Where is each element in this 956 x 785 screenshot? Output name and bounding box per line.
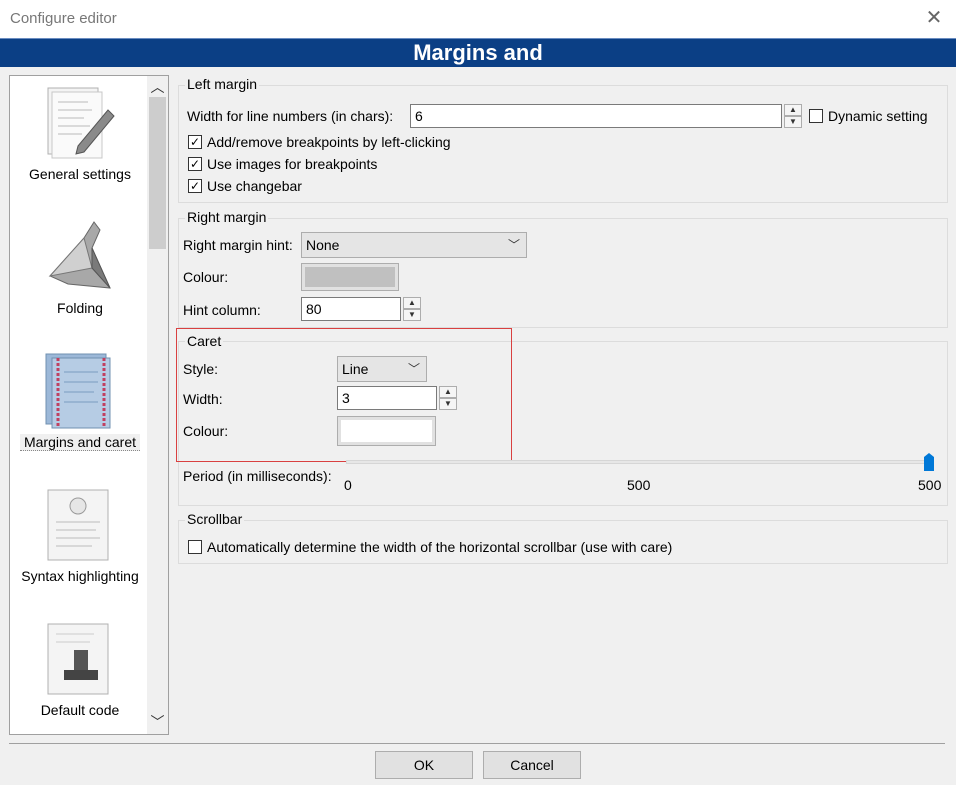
period-min-label: 0 [344,477,352,493]
caret-style-label: Style: [183,361,219,377]
chevron-down-icon[interactable]: ▼ [403,309,421,321]
banner-title: Margins and [413,40,543,65]
caret-style-select[interactable]: Line ﹀ [337,356,427,382]
right-margin-hint-select[interactable]: None ﹀ [301,232,527,258]
caret-title: Caret [185,333,224,349]
chevron-down-icon: ﹀ [407,362,420,376]
scrollbar-thumb[interactable] [149,97,166,249]
colour-swatch [341,420,432,442]
right-margin-hint-value: None [306,237,340,253]
period-max-label: 500 [918,477,942,493]
caret-width-input[interactable]: 3 [337,386,437,410]
left-margin-title: Left margin [185,76,260,92]
right-margin-hint-label: Right margin hint: [183,237,293,253]
right-margin-title: Right margin [185,209,269,225]
lightbulb-document-icon [44,486,116,566]
colour-swatch [305,267,395,287]
period-slider-thumb[interactable] [924,453,934,471]
chevron-up-icon[interactable]: ▲ [439,386,457,398]
line-number-width-stepper[interactable]: ▲ ▼ [784,104,802,128]
dynamic-setting-checkbox[interactable] [809,109,823,123]
chevron-down-icon: ﹀ [507,238,520,252]
dynamic-setting-label: Dynamic setting [828,108,928,124]
cancel-button[interactable]: Cancel [483,751,581,779]
category-label: Syntax highlighting [21,568,139,584]
changebar-checkbox[interactable]: ✓ [188,179,202,193]
period-mid-label: 500 [627,477,651,493]
hint-column-label: Hint column: [183,302,261,318]
category-label: Default code [40,702,120,718]
page-banner: Margins and [0,38,956,67]
line-number-width-label: Width for line numbers (in chars): [187,108,394,124]
close-icon[interactable]: ✕ [924,8,944,28]
stamp-document-icon [44,620,116,700]
hint-column-input[interactable]: 80 [301,297,401,321]
breakpoint-images-checkbox[interactable]: ✓ [188,157,202,171]
chevron-down-icon[interactable]: ﹀ [147,712,168,732]
caret-width-stepper[interactable]: ▲ ▼ [439,386,457,410]
category-item-default-code[interactable]: Default code [14,614,146,734]
footer-divider [9,743,945,744]
chevron-up-icon[interactable]: ▲ [403,297,421,309]
hint-column-stepper[interactable]: ▲ ▼ [403,297,421,321]
caret-colour-button[interactable] [337,416,436,446]
window-title: Configure editor [10,10,117,27]
category-label: Margins and caret [20,434,140,451]
scrollbar-title: Scrollbar [185,511,245,527]
changebar-label: Use changebar [207,178,302,194]
chevron-up-icon[interactable]: ︿ [147,77,168,97]
margins-document-icon [44,352,116,432]
caret-width-label: Width: [183,391,223,407]
category-item-general-settings[interactable]: General settings [14,78,146,208]
caret-style-value: Line [342,361,369,377]
chevron-down-icon[interactable]: ▼ [439,398,457,410]
right-margin-colour-button[interactable] [301,263,399,291]
right-margin-group [178,218,948,328]
chevron-down-icon[interactable]: ▼ [784,116,802,128]
category-item-folding[interactable]: Folding [14,212,146,342]
caret-colour-label: Colour: [183,423,229,439]
category-label: General settings [29,166,131,182]
category-item-syntax-highlighting[interactable]: Syntax highlighting [14,480,146,610]
origami-bird-icon [44,218,116,298]
pencil-document-icon [44,84,116,164]
breakpoints-click-label: Add/remove breakpoints by left-clicking [207,134,451,150]
auto-scrollbar-width-label: Automatically determine the width of the… [207,539,673,555]
period-label: Period (in milliseconds): [183,468,332,484]
chevron-up-icon[interactable]: ▲ [784,104,802,116]
breakpoints-click-checkbox[interactable]: ✓ [188,135,202,149]
auto-scrollbar-width-checkbox[interactable] [188,540,202,554]
ok-button[interactable]: OK [375,751,473,779]
category-item-margins-and-caret[interactable]: Margins and caret [14,346,146,476]
period-slider-track[interactable] [346,460,934,464]
category-label: Folding [57,300,103,316]
category-list[interactable]: General settings Folding Margins and car… [9,75,169,735]
breakpoint-images-label: Use images for breakpoints [207,156,378,172]
line-number-width-input[interactable]: 6 [410,104,782,128]
title-bar: Configure editor ✕ [0,0,956,38]
right-margin-colour-label: Colour: [183,269,229,285]
